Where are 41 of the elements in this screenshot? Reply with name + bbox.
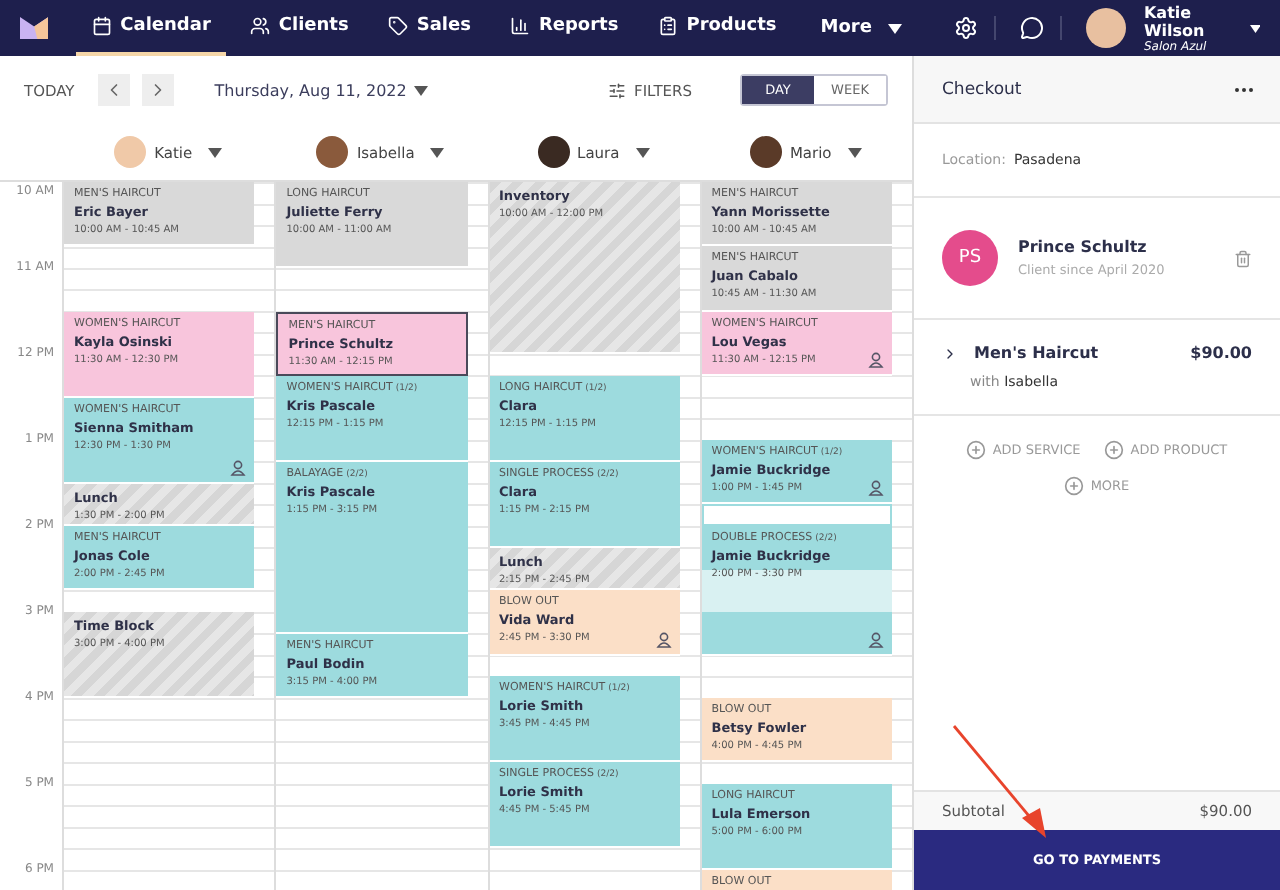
panel-title: Checkout (942, 79, 1022, 99)
user-name: Katie Wilson (1143, 3, 1207, 39)
staff-avatar (114, 136, 147, 168)
caret-icon (414, 85, 429, 95)
chat-icon[interactable] (1019, 16, 1044, 40)
previous-button[interactable] (98, 74, 131, 106)
caret-icon (847, 147, 862, 157)
staff-avatar (316, 136, 349, 168)
caret-icon[interactable] (1249, 23, 1260, 33)
plus-circle-icon (1104, 440, 1125, 460)
clipboard-icon (658, 16, 679, 36)
user-avatar[interactable] (1085, 8, 1126, 48)
client-name: Prince Schultz (1018, 238, 1149, 256)
logo-icon[interactable] (20, 14, 49, 42)
nav-tab[interactable]: Reports (494, 0, 635, 56)
nav-tab[interactable]: Products (642, 0, 793, 56)
caret-icon (208, 147, 223, 157)
plus-circle-icon (1064, 476, 1085, 496)
client-avatar: PS (942, 230, 998, 286)
trash-icon[interactable] (1234, 249, 1252, 267)
settings-icon[interactable] (953, 16, 978, 40)
service-price: $90.00 (1190, 344, 1252, 362)
more-menu[interactable]: More (800, 18, 922, 38)
people-icon (250, 16, 271, 36)
sliders-icon (608, 81, 627, 99)
nav-tab[interactable]: Calendar (76, 0, 227, 56)
nav-tab[interactable]: Clients (234, 0, 365, 56)
caret-icon (635, 147, 650, 157)
calendar-icon (92, 16, 113, 36)
caret-icon (430, 147, 445, 157)
staff-avatar (537, 136, 570, 168)
nav-tab[interactable]: Sales (372, 0, 487, 56)
chevron-icon[interactable] (942, 345, 958, 361)
bar-chart-icon (510, 16, 531, 36)
service-name: Men's Haircut (974, 344, 1101, 362)
caret-icon (887, 23, 902, 33)
next-button[interactable] (142, 74, 175, 106)
staff-avatar (749, 136, 782, 168)
date-picker[interactable]: Thursday, Aug 11, 2022 (202, 79, 441, 101)
plus-circle-icon (966, 440, 987, 460)
tag-icon (388, 16, 409, 36)
